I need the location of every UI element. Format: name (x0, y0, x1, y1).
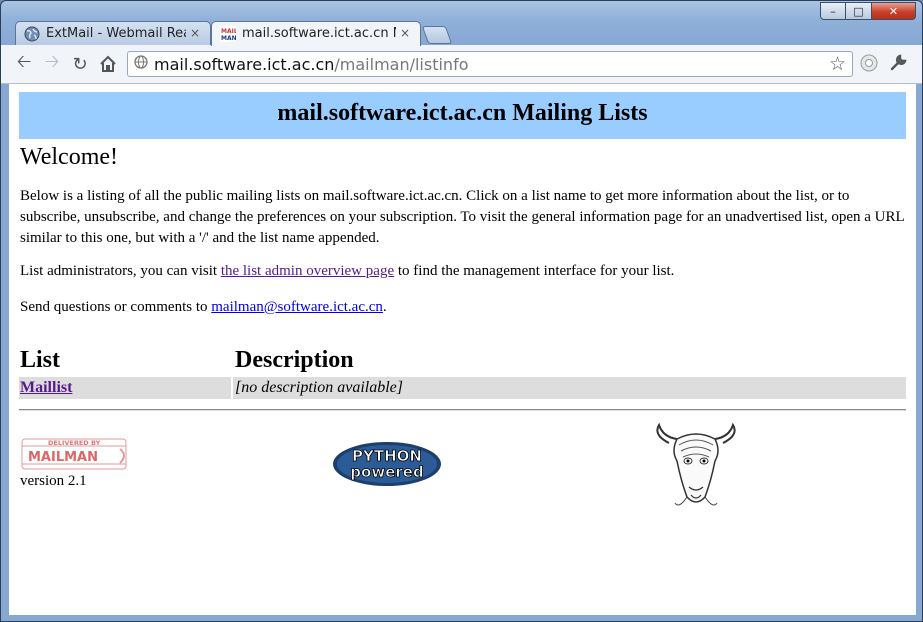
tab-extmail[interactable]: ExtMail - Webmail Read × (15, 21, 211, 45)
close-icon[interactable]: × (190, 26, 200, 40)
tab-mailman[interactable]: MAIL MAN mail.software.ict.ac.cn Ma × (211, 21, 421, 46)
horizontal-rule (19, 409, 906, 411)
browser-toolbar: 🡠 🡢 ↻ mail.software.ict.ac.cn/mailman/li… (1, 45, 922, 84)
mailman-email-link[interactable]: mailman@software.ict.ac.cn (211, 299, 383, 315)
close-window-button[interactable]: ✕ (872, 2, 916, 20)
table-header-description: Description (235, 347, 354, 373)
page-globe-icon (134, 55, 148, 73)
gnu-head-logo[interactable] (649, 421, 743, 511)
chrome-extension-icon[interactable] (859, 53, 879, 77)
intro-paragraph: Below is a listing of all the public mai… (20, 188, 905, 246)
back-arrow-icon[interactable]: 🡠 (12, 51, 36, 76)
cell-divider (231, 377, 233, 399)
welcome-heading: Welcome! (20, 144, 119, 170)
url-path: /mailman/listinfo (334, 54, 469, 74)
tab-title: mail.software.ict.ac.cn Ma (242, 26, 396, 41)
page-title: mail.software.ict.ac.cn Mailing Lists (277, 100, 648, 126)
table-row: Maillist [no description available] (19, 377, 906, 399)
browser-window: – □ ✕ ExtMail - Webmail Read × MAIL MAN … (0, 0, 923, 622)
reload-icon[interactable]: ↻ (68, 52, 92, 76)
python-powered-logo[interactable]: PYTHON powered (331, 440, 443, 488)
globe-icon (24, 26, 40, 42)
questions-prefix: Send questions or comments to (20, 299, 212, 315)
questions-suffix: . (382, 299, 387, 315)
wrench-icon[interactable] (888, 53, 908, 77)
window-controls: – □ ✕ (820, 2, 916, 20)
url-host: mail.software.ict.ac.cn (154, 54, 335, 74)
admin-paragraph: List administrators, you can visit the l… (20, 261, 905, 282)
minimize-button[interactable]: – (820, 2, 846, 20)
home-icon[interactable] (96, 52, 120, 76)
questions-paragraph: Send questions or comments to mailman@so… (20, 297, 905, 318)
mailman-favicon-icon: MAIL MAN (220, 26, 236, 42)
svg-text:MAIL: MAIL (221, 28, 236, 35)
bookmark-star-icon[interactable]: ☆ (829, 53, 846, 75)
list-description: [no description available] (235, 379, 403, 396)
close-icon[interactable]: × (400, 26, 410, 40)
python-logo-bottom-text: powered (350, 463, 423, 481)
page-content: mail.software.ict.ac.cn Mailing Lists We… (9, 84, 916, 615)
admin-prefix: List administrators, you can visit (20, 263, 221, 279)
maximize-button[interactable]: □ (846, 2, 872, 20)
delivered-by-mailman-logo[interactable]: DELIVERED BY MAILMAN (20, 437, 132, 473)
admin-overview-link[interactable]: the list admin overview page (221, 263, 394, 279)
page-banner: mail.software.ict.ac.cn Mailing Lists (19, 92, 906, 139)
new-tab-button[interactable] (421, 26, 453, 44)
mailman-logo-top-text: DELIVERED BY (48, 439, 101, 447)
maillist-link[interactable]: Maillist (20, 379, 72, 397)
address-bar[interactable]: mail.software.ict.ac.cn/mailman/listinfo… (127, 51, 853, 77)
forward-arrow-icon[interactable]: 🡢 (40, 51, 64, 76)
mailman-logo-main-text: MAILMAN (28, 450, 98, 465)
admin-suffix: to find the management interface for you… (394, 263, 675, 279)
table-header-list: List (20, 347, 61, 373)
mailman-version: version 2.1 (20, 473, 87, 489)
svg-text:MAN: MAN (221, 35, 236, 42)
tab-title: ExtMail - Webmail Read (46, 26, 186, 41)
